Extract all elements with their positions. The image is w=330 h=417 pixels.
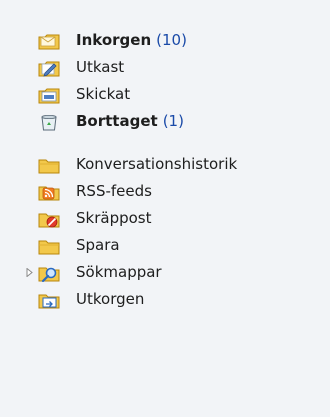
folder-item-inkorgen[interactable]: Inkorgen (10) — [0, 27, 330, 54]
folder-label-skrappost: Skräppost — [76, 209, 152, 227]
outbox-icon — [38, 294, 60, 309]
folder-label-inkorgen: Inkorgen (10) — [76, 31, 187, 49]
folder-item-borttaget[interactable]: Borttaget (1) — [0, 108, 330, 135]
folder-label-skickat: Skickat — [76, 85, 131, 103]
folder-item-konversationshistorik[interactable]: Konversationshistorik — [0, 151, 330, 178]
search-folder-icon — [38, 267, 60, 282]
folder-list: Inkorgen (10) Utkast Skickat Borttaget (… — [0, 27, 330, 313]
sent-icon — [38, 88, 60, 104]
unread-count-inkorgen: (10) — [156, 31, 187, 49]
folder-item-rss-feeds[interactable]: RSS-feeds — [0, 178, 330, 205]
folder-label-spara: Spara — [76, 236, 120, 254]
deleted-items-icon — [41, 115, 57, 131]
folder-icon — [38, 240, 60, 255]
drafts-icon — [38, 61, 60, 77]
expand-arrow-icon[interactable] — [24, 267, 34, 277]
inbox-icon — [38, 34, 60, 50]
folder-item-spara[interactable]: Spara — [0, 232, 330, 259]
rss-folder-icon — [38, 186, 60, 201]
folder-group-separator — [0, 135, 330, 151]
folder-pane: Inkorgen (10) Utkast Skickat Borttaget (… — [0, 0, 330, 417]
folder-item-skrappost[interactable]: Skräppost — [0, 205, 330, 232]
folder-label-utkast: Utkast — [76, 58, 125, 76]
folder-item-skickat[interactable]: Skickat — [0, 81, 330, 108]
unread-count-borttaget: (1) — [162, 112, 184, 130]
folder-label-sokmappar: Sökmappar — [76, 263, 162, 281]
folder-label-konversationshistorik: Konversationshistorik — [76, 155, 238, 173]
folder-label-utkorgen: Utkorgen — [76, 290, 145, 308]
junk-folder-icon — [38, 213, 60, 228]
folder-item-utkorgen[interactable]: Utkorgen — [0, 286, 330, 313]
folder-label-borttaget: Borttaget (1) — [76, 112, 184, 130]
folder-item-sokmappar[interactable]: Sökmappar — [0, 259, 330, 286]
folder-label-rss-feeds: RSS-feeds — [76, 182, 152, 200]
folder-icon — [38, 159, 60, 174]
folder-item-utkast[interactable]: Utkast — [0, 54, 330, 81]
